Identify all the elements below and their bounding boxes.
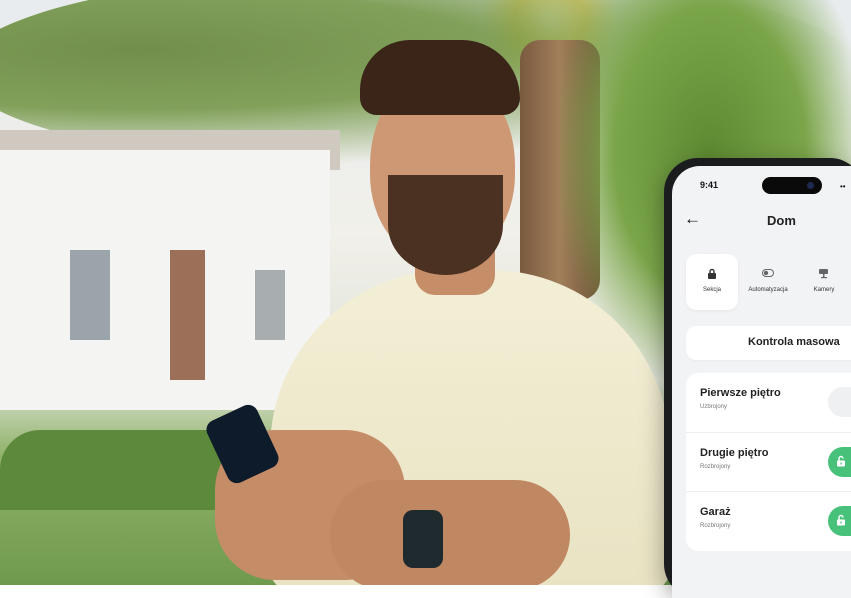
sections-list: Pierwsze piętro Uzbrojony Drugie piętro …	[686, 373, 851, 551]
list-item[interactable]: Drugie piętro Rozbrojony	[686, 432, 851, 491]
status-bar: 9:41 ••	[672, 166, 851, 198]
status-time: 9:41	[700, 180, 719, 190]
tab-label: Kamery	[813, 287, 835, 293]
lock-icon	[686, 268, 738, 280]
house-window	[255, 270, 285, 340]
section-name: Garaż	[700, 506, 731, 518]
arm-toggle[interactable]	[828, 387, 851, 417]
person-beard	[388, 175, 503, 275]
camera-dot	[807, 182, 814, 189]
section-state: Rozbrojony	[700, 464, 731, 470]
house-window	[70, 250, 110, 340]
mass-control-button[interactable]: Kontrola masowa	[686, 326, 851, 360]
smartwatch	[403, 510, 443, 568]
mass-control-label: Kontrola masowa	[748, 336, 840, 348]
section-state: Uzbrojony	[700, 404, 728, 410]
tab-label: Sekcja	[702, 287, 721, 293]
unlock-icon	[836, 514, 846, 530]
person-arm	[330, 480, 570, 585]
tab-sekcja[interactable]: Sekcja	[686, 254, 738, 310]
list-item[interactable]: Pierwsze piętro Uzbrojony	[686, 373, 851, 431]
tab-automatyzacja[interactable]: Automatyzacja	[742, 254, 794, 310]
person-hair	[360, 40, 520, 115]
section-name: Pierwsze piętro	[700, 387, 781, 399]
phone-screen: 9:41 •• ← Dom Sekcja Automatyzacja Kamer…	[672, 166, 851, 598]
tab-kamery[interactable]: Kamery	[798, 254, 850, 310]
signal-icon: ••	[840, 182, 846, 191]
camera-icon	[798, 268, 850, 280]
tab-label: Automatyzacja	[748, 287, 788, 293]
section-name: Drugie piętro	[700, 447, 769, 459]
page-title: Dom	[767, 213, 796, 228]
section-state: Rozbrojony	[700, 523, 731, 529]
arm-toggle[interactable]	[828, 447, 851, 477]
arm-toggle[interactable]	[828, 506, 851, 536]
arrow-left-icon[interactable]: ←	[684, 210, 701, 227]
house-door	[170, 250, 205, 380]
phone-mockup: 9:41 •• ← Dom Sekcja Automatyzacja Kamer…	[664, 158, 851, 598]
toggle-icon	[742, 268, 794, 280]
unlock-icon	[836, 455, 846, 471]
section-tabs: Sekcja Automatyzacja Kamery	[686, 254, 851, 310]
list-item[interactable]: Garaż Rozbrojony	[686, 491, 851, 550]
dynamic-island	[762, 177, 822, 194]
app-header: ← Dom	[672, 208, 851, 232]
